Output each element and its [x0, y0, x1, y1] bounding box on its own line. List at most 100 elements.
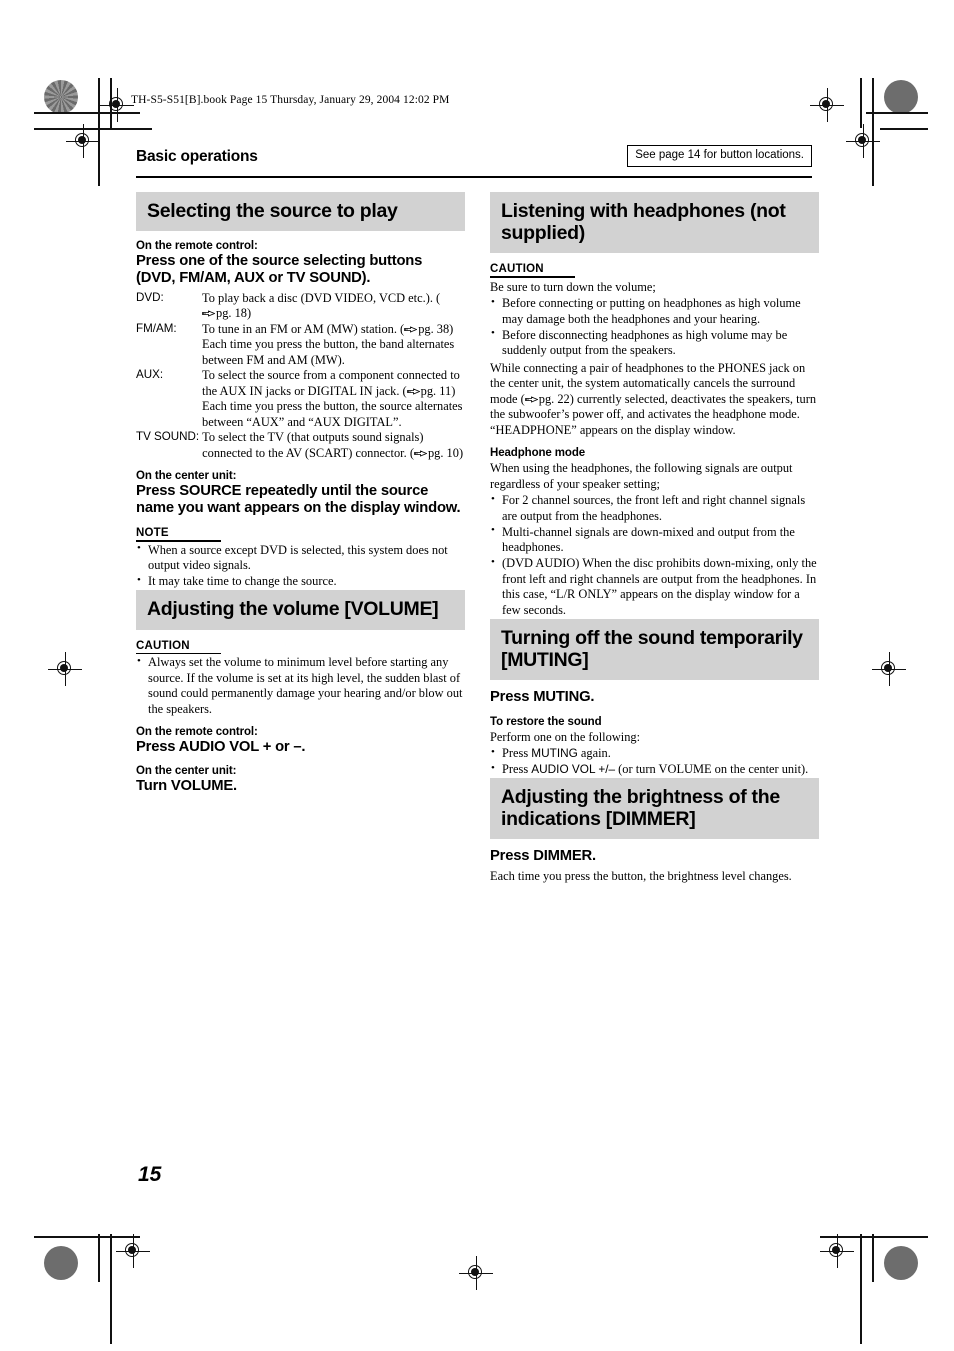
book-file-info: TH-S5-S51[B].book Page 15 Thursday, Janu… — [131, 94, 450, 106]
crop-mark-bottom-left-v2 — [110, 1234, 112, 1344]
button-name: AUDIO VOL +/– — [531, 762, 616, 777]
registration-target-top-left-outer — [100, 88, 134, 122]
registration-target-top-right-inner — [846, 124, 880, 158]
page-header: Basic operations See page 14 for button … — [136, 145, 812, 167]
section: Selecting the source to play On the remot… — [136, 192, 465, 590]
page-reference: pg. 11 — [406, 383, 452, 398]
registration-target-mid-right — [872, 652, 906, 686]
section-heading-block: Adjusting the volume [VOLUME] — [136, 590, 465, 630]
subheading: On the center unit: — [136, 765, 237, 778]
section-label-underline — [136, 540, 221, 542]
source-name: DVD: — [136, 290, 164, 304]
instruction-text: Turn VOLUME. — [136, 778, 237, 795]
crop-mark-bottom-left-v1 — [98, 1234, 100, 1282]
bullet-list: Before connecting or putting on headphon… — [490, 296, 819, 359]
crop-mark-bottom-right-v1 — [872, 1234, 874, 1282]
source-description: To select the TV (that outputs sound sig… — [202, 430, 464, 460]
page-reference-hand-icon — [524, 393, 539, 403]
bullet-item: When a source except DVD is selected, th… — [136, 542, 465, 574]
source-definition-row: DVD: To play back a disc (DVD VIDEO, VCD … — [136, 291, 465, 322]
registration-dot-top-right — [884, 80, 918, 114]
bullet-item: Press MUTING again. — [490, 746, 819, 762]
section-label-text: CAUTION — [136, 639, 190, 652]
bullet-item: Multi-channel signals are down-mixed and… — [490, 524, 819, 556]
subheading: Headphone mode — [490, 447, 586, 460]
bullet-item: It may take time to change the source. — [136, 574, 465, 590]
section: Adjusting the volume [VOLUME] CAUTION Alwa… — [136, 590, 465, 795]
header-divider — [136, 176, 812, 179]
crop-mark-bottom-right-v2 — [860, 1234, 862, 1344]
instruction-text: Press SOURCE repeatedly until the source… — [136, 483, 461, 517]
source-description: To play back a disc (DVD VIDEO, VCD etc.… — [202, 290, 441, 321]
section-heading: Adjusting the brightness of the indicati… — [501, 786, 780, 831]
bullet-list: For 2 channel sources, the front left an… — [490, 493, 819, 618]
body-text: When using the headphones, the following… — [490, 461, 793, 491]
instruction-text: Press one of the source selecting button… — [136, 253, 423, 287]
source-definition-list: DVD: To play back a disc (DVD VIDEO, VCD … — [136, 291, 465, 462]
section-label-underline — [136, 652, 221, 655]
registration-target-bottom-center — [459, 1256, 493, 1290]
section: Adjusting the brightness of the indicati… — [490, 778, 819, 884]
left-column: Selecting the source to play On the remot… — [136, 192, 465, 798]
page-reference-hand-icon — [202, 307, 216, 317]
source-definition-row: AUX: To select the source from a componen… — [136, 368, 465, 430]
bullet-item: Before connecting or putting on headphon… — [490, 296, 819, 327]
registration-target-mid-left — [48, 652, 82, 686]
body-text: Be sure to turn down the volume; — [490, 279, 656, 294]
source-name: FM/AM: — [136, 321, 177, 335]
bullet-list: When a source except DVD is selected, th… — [136, 542, 465, 590]
page-reference-label: pg. 10 — [427, 445, 459, 460]
registration-dot-top-left — [44, 80, 78, 114]
page-reference-label: pg. 38 — [418, 321, 450, 336]
section-heading-block: Selecting the source to play — [136, 192, 465, 232]
button-locations-note: See page 14 for button locations. — [627, 145, 812, 167]
section-label-text: CAUTION — [490, 263, 544, 276]
registration-dot-bottom-right — [884, 1246, 918, 1280]
bullet-item: (DVD AUDIO) When the disc prohibits down… — [490, 556, 819, 618]
section-heading: Listening with headphones (not supplied) — [501, 200, 786, 245]
section-heading-block: Listening with headphones (not supplied) — [490, 192, 819, 254]
subheading: To restore the sound — [490, 715, 602, 728]
body-text: While connecting a pair of headphones to… — [490, 360, 817, 437]
section: Turning off the sound temporarily [MUTIN… — [490, 618, 819, 778]
crop-mark-top-right-v2 — [860, 78, 862, 128]
instruction-text: Press MUTING. — [490, 689, 595, 706]
source-definition-row: FM/AM: To tune in an FM or AM (MW) statio… — [136, 322, 465, 369]
body-text: Perform one on the following: — [490, 729, 641, 744]
section-heading: Adjusting the volume [VOLUME] — [147, 598, 439, 621]
bullet-item: Always set the volume to minimum level b… — [136, 655, 465, 717]
crop-mark-top-right-h2 — [880, 128, 928, 130]
section-label: CAUTION — [490, 263, 819, 278]
subheading: On the center unit: — [136, 470, 237, 483]
registration-target-bottom-left — [116, 1234, 150, 1268]
bullet-list: Always set the volume to minimum level b… — [136, 655, 465, 717]
page-reference-hand-icon — [404, 323, 418, 333]
source-name: TV SOUND: — [136, 430, 200, 444]
page-title: Basic operations — [136, 148, 258, 165]
registration-target-top-left-inner — [66, 124, 100, 158]
page-reference-label: pg. 11 — [420, 383, 452, 398]
registration-dot-bottom-left — [44, 1246, 78, 1280]
button-name: MUTING — [531, 746, 578, 761]
source-name: AUX: — [136, 368, 164, 382]
bullet-list: Press MUTING again.Press AUDIO VOL +/– (… — [490, 746, 819, 778]
bullet-item: Before disconnecting headphones as high … — [490, 327, 819, 359]
right-column: Listening with headphones (not supplied)… — [490, 192, 819, 884]
subheading: On the remote control: — [136, 726, 258, 739]
page-reference-hand-icon — [414, 447, 428, 457]
source-description: To select the source from a component co… — [202, 368, 463, 429]
subheading: On the remote control: — [136, 240, 258, 253]
page-reference: pg. 38 — [404, 322, 449, 336]
page-reference-label: pg. 18 — [216, 306, 247, 321]
crop-mark-top-right-h1 — [866, 112, 928, 114]
page-number: 15 — [138, 1163, 162, 1186]
section-label-underline — [490, 276, 575, 278]
source-description: To tune in an FM or AM (MW) station. (pg… — [202, 321, 455, 367]
section: Listening with headphones (not supplied)… — [490, 192, 819, 618]
bullet-item: Press AUDIO VOL +/– (or turn VOLUME on t… — [490, 762, 819, 778]
section-label-text: NOTE — [136, 527, 169, 540]
page-reference: pg. 22 — [524, 391, 570, 406]
source-definition-row: TV SOUND: To select the TV (that outputs … — [136, 430, 465, 461]
instruction-text: Press AUDIO VOL + or –. — [136, 739, 306, 756]
page-reference-label: pg. 22 — [538, 391, 570, 406]
